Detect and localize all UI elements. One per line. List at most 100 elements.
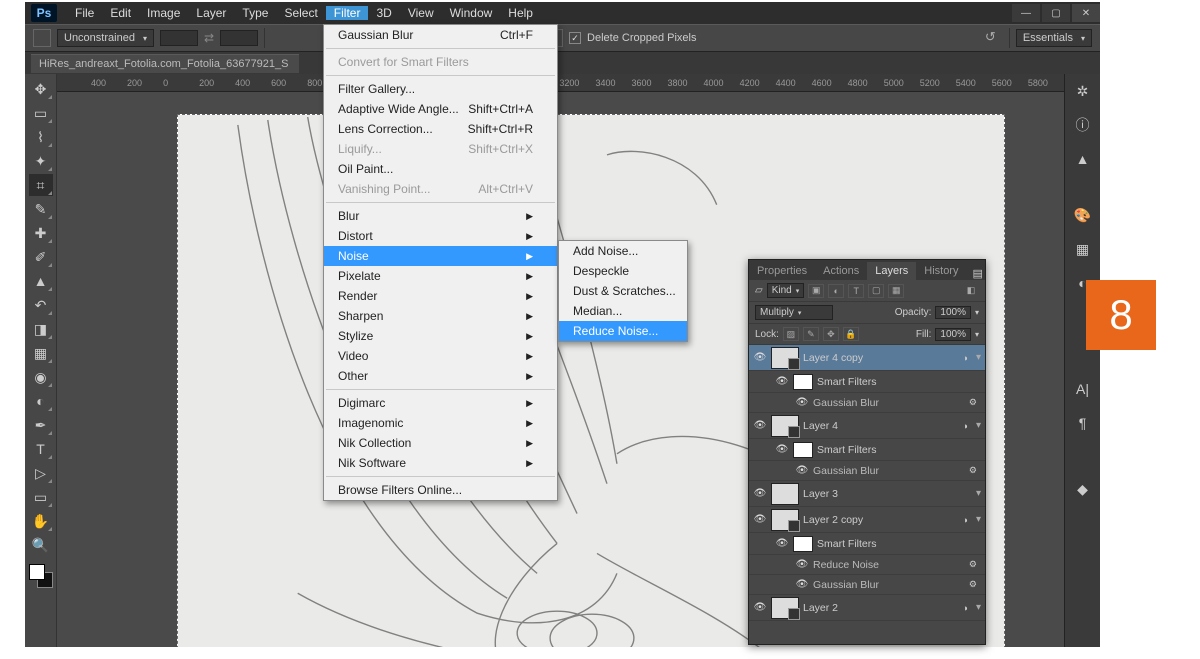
hand-tool[interactable]: ✋ bbox=[29, 510, 53, 532]
menu-item[interactable]: Oil Paint... bbox=[324, 159, 557, 179]
expand-icon[interactable]: ▾ bbox=[976, 352, 981, 363]
layer-thumbnail[interactable] bbox=[771, 483, 799, 505]
color-swatches[interactable] bbox=[29, 564, 53, 588]
menu-filter[interactable]: Filter bbox=[326, 6, 369, 20]
crop-width-input[interactable] bbox=[160, 30, 198, 46]
visibility-icon[interactable]: 👁 bbox=[753, 488, 767, 499]
filter-mask-thumbnail[interactable] bbox=[793, 374, 813, 390]
layer-name[interactable]: Layer 2 copy bbox=[803, 514, 959, 526]
smart-filters-row[interactable]: 👁Smart Filters bbox=[749, 439, 985, 461]
filter-adjust-icon[interactable]: ◐ bbox=[828, 284, 844, 298]
layer-row[interactable]: 👁Layer 4◑▾ bbox=[749, 413, 985, 439]
layer-name[interactable]: Layer 4 copy bbox=[803, 352, 959, 364]
tab-layers[interactable]: Layers bbox=[867, 262, 916, 280]
crop-constraint-select[interactable]: Unconstrained bbox=[57, 29, 154, 47]
info-panel-icon[interactable]: ⓘ bbox=[1072, 114, 1094, 136]
menu-item-render[interactable]: Render▶ bbox=[324, 286, 557, 306]
brush-tool[interactable]: ✐ bbox=[29, 246, 53, 268]
layer-thumbnail[interactable] bbox=[771, 509, 799, 531]
menu-3d[interactable]: 3D bbox=[368, 6, 399, 20]
blur-tool[interactable]: ◉ bbox=[29, 366, 53, 388]
visibility-icon[interactable]: 👁 bbox=[753, 352, 767, 363]
visibility-icon[interactable]: 👁 bbox=[753, 602, 767, 613]
menu-item-video[interactable]: Video▶ bbox=[324, 346, 557, 366]
fill-value[interactable]: 100% bbox=[935, 328, 971, 341]
smart-filters-row[interactable]: 👁Smart Filters bbox=[749, 533, 985, 555]
layers-panel-icon[interactable]: ◆ bbox=[1072, 478, 1094, 500]
move-tool[interactable]: ✥ bbox=[29, 78, 53, 100]
menu-layer[interactable]: Layer bbox=[188, 6, 234, 20]
visibility-icon[interactable]: 👁 bbox=[795, 397, 809, 408]
tab-history[interactable]: History bbox=[916, 262, 966, 280]
menu-edit[interactable]: Edit bbox=[102, 6, 139, 20]
menu-item-reduce-noise-[interactable]: Reduce Noise... bbox=[559, 321, 687, 341]
layer-row[interactable]: 👁Layer 2 copy◑▾ bbox=[749, 507, 985, 533]
filter-smart-icon[interactable]: ▦ bbox=[888, 284, 904, 298]
workspace-select[interactable]: Essentials bbox=[1016, 29, 1092, 47]
expand-icon[interactable]: ▾ bbox=[976, 488, 981, 499]
smart-filter-entry[interactable]: 👁Gaussian Blur⚙ bbox=[749, 393, 985, 413]
layer-row[interactable]: 👁Layer 2◑▾ bbox=[749, 595, 985, 621]
minimize-button[interactable]: — bbox=[1012, 4, 1040, 22]
filter-toggle[interactable]: ◧ bbox=[963, 284, 979, 298]
visibility-icon[interactable]: 👁 bbox=[795, 559, 809, 570]
menu-window[interactable]: Window bbox=[442, 6, 501, 20]
filter-settings-icon[interactable]: ⚙ bbox=[969, 465, 977, 476]
expand-icon[interactable]: ▾ bbox=[976, 420, 981, 431]
visibility-icon[interactable]: 👁 bbox=[753, 420, 767, 431]
maximize-button[interactable]: ▢ bbox=[1042, 4, 1070, 22]
eraser-tool[interactable]: ◨ bbox=[29, 318, 53, 340]
marquee-tool[interactable]: ▭ bbox=[29, 102, 53, 124]
foreground-swatch[interactable] bbox=[29, 564, 45, 580]
menu-item-pixelate[interactable]: Pixelate▶ bbox=[324, 266, 557, 286]
eyedropper-tool[interactable]: ✎ bbox=[29, 198, 53, 220]
layer-row[interactable]: 👁Layer 3▾ bbox=[749, 481, 985, 507]
close-button[interactable]: ✕ bbox=[1072, 4, 1100, 22]
menu-item-add-noise-[interactable]: Add Noise... bbox=[559, 241, 687, 261]
menu-item-noise[interactable]: Noise▶ bbox=[324, 246, 557, 266]
lock-all-icon[interactable]: 🔒 bbox=[843, 327, 859, 341]
zoom-tool[interactable]: 🔍 bbox=[29, 534, 53, 556]
tab-properties[interactable]: Properties bbox=[749, 262, 815, 280]
visibility-icon[interactable]: 👁 bbox=[795, 579, 809, 590]
menu-item[interactable]: Filter Gallery... bbox=[324, 79, 557, 99]
menu-view[interactable]: View bbox=[400, 6, 442, 20]
history-brush-tool[interactable]: ↶ bbox=[29, 294, 53, 316]
menu-item-stylize[interactable]: Stylize▶ bbox=[324, 326, 557, 346]
smart-filter-entry[interactable]: 👁Gaussian Blur⚙ bbox=[749, 461, 985, 481]
filter-settings-icon[interactable]: ⚙ bbox=[969, 579, 977, 590]
menu-item-last-filter[interactable]: Gaussian BlurCtrl+F bbox=[324, 25, 557, 45]
filter-shape-icon[interactable]: ▢ bbox=[868, 284, 884, 298]
menu-item[interactable]: Adaptive Wide Angle...Shift+Ctrl+A bbox=[324, 99, 557, 119]
layer-thumbnail[interactable] bbox=[771, 597, 799, 619]
layer-name[interactable]: Layer 4 bbox=[803, 420, 959, 432]
layer-thumbnail[interactable] bbox=[771, 347, 799, 369]
lasso-tool[interactable]: ⌇ bbox=[29, 126, 53, 148]
menu-item[interactable]: Nik Software▶ bbox=[324, 453, 557, 473]
lock-trans-icon[interactable]: ▨ bbox=[783, 327, 799, 341]
delete-cropped-checkbox[interactable]: ✓ bbox=[569, 32, 581, 44]
layer-kind-select[interactable]: Kind bbox=[767, 283, 805, 298]
panel-menu-icon[interactable]: ▤ bbox=[966, 267, 988, 280]
expand-icon[interactable]: ▾ bbox=[976, 514, 981, 525]
pen-tool[interactable]: ✒ bbox=[29, 414, 53, 436]
menu-item-distort[interactable]: Distort▶ bbox=[324, 226, 557, 246]
layer-row[interactable]: 👁Layer 4 copy◑▾ bbox=[749, 345, 985, 371]
menu-item-other[interactable]: Other▶ bbox=[324, 366, 557, 386]
menu-select[interactable]: Select bbox=[276, 6, 325, 20]
layer-thumbnail[interactable] bbox=[771, 415, 799, 437]
character-panel-icon[interactable]: A| bbox=[1072, 378, 1094, 400]
shape-tool[interactable]: ▭ bbox=[29, 486, 53, 508]
visibility-icon[interactable]: 👁 bbox=[775, 376, 789, 387]
quick-select-tool[interactable]: ✦ bbox=[29, 150, 53, 172]
visibility-icon[interactable]: 👁 bbox=[775, 538, 789, 549]
reset-icon[interactable]: ↺ bbox=[985, 29, 1003, 47]
opacity-value[interactable]: 100% bbox=[935, 306, 971, 319]
visibility-icon[interactable]: 👁 bbox=[775, 444, 789, 455]
styles-panel-icon[interactable]: ▦ bbox=[1072, 238, 1094, 260]
layer-name[interactable]: Layer 2 bbox=[803, 602, 959, 614]
crop-height-input[interactable] bbox=[220, 30, 258, 46]
healing-tool[interactable]: ✚ bbox=[29, 222, 53, 244]
filter-settings-icon[interactable]: ⚙ bbox=[969, 559, 977, 570]
menu-help[interactable]: Help bbox=[500, 6, 541, 20]
